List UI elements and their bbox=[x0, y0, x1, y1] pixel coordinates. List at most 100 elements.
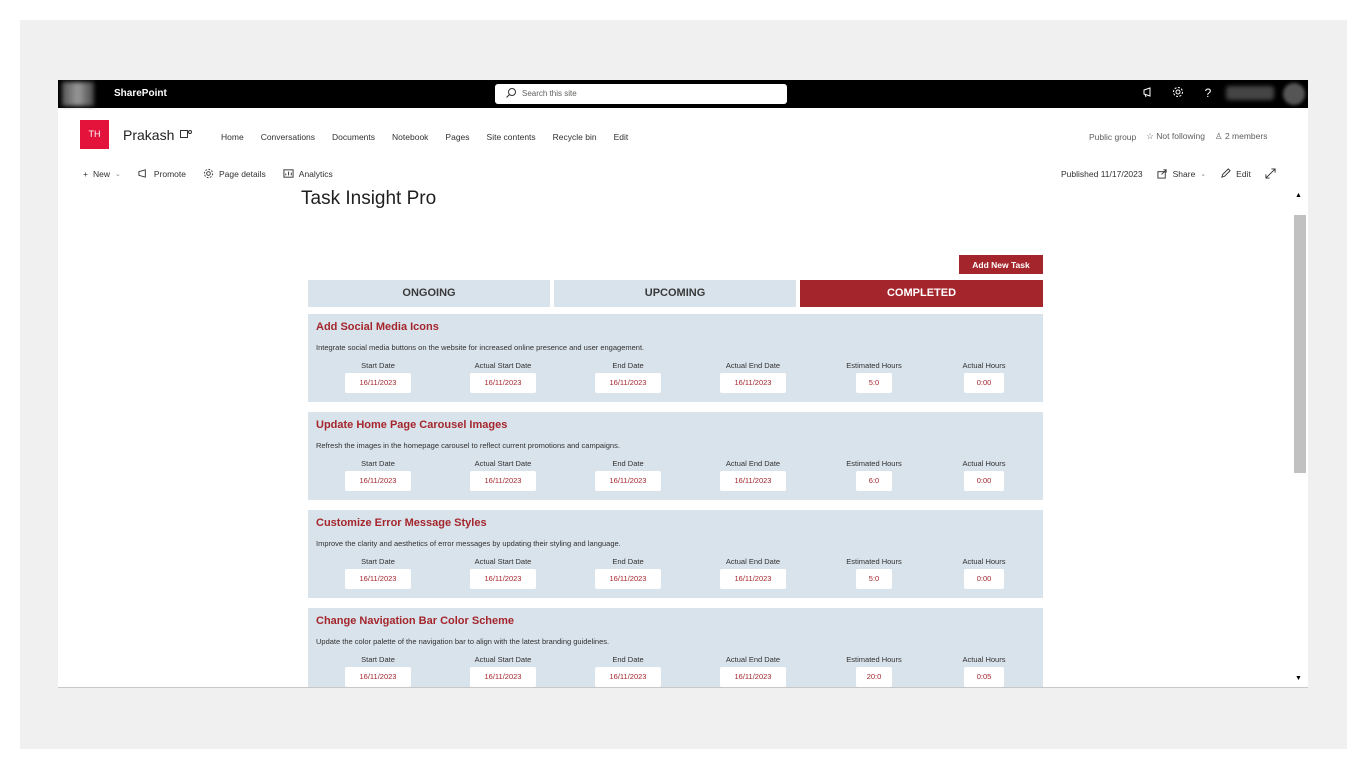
task-card[interactable]: Update Home Page Carousel Images Refresh … bbox=[308, 412, 1043, 500]
search-input[interactable]: Search this site bbox=[522, 89, 577, 98]
field-label: Estimated Hours bbox=[846, 655, 902, 664]
field-label: Actual Start Date bbox=[474, 655, 532, 664]
scrollbar-thumb[interactable] bbox=[1294, 215, 1306, 473]
field-value: 16/11/2023 bbox=[595, 471, 661, 491]
task-description: Update the color palette of the navigati… bbox=[316, 637, 610, 646]
follow-label: Not following bbox=[1156, 131, 1205, 141]
field-value: 16/11/2023 bbox=[470, 667, 536, 687]
chevron-down-icon: ⌄ bbox=[114, 170, 121, 178]
field-value: 16/11/2023 bbox=[470, 471, 536, 491]
task-title: Update Home Page Carousel Images bbox=[316, 419, 508, 431]
expand-icon[interactable] bbox=[1265, 168, 1276, 179]
page-title: Task Insight Pro bbox=[301, 188, 437, 209]
site-title[interactable]: Prakash bbox=[123, 127, 174, 143]
edit-button[interactable]: Edit bbox=[1220, 168, 1251, 179]
promote-button[interactable]: Promote bbox=[138, 168, 186, 179]
field-label: Actual Start Date bbox=[474, 459, 532, 468]
scroll-down-arrow-icon[interactable]: ▼ bbox=[1295, 675, 1302, 682]
field-label: Start Date bbox=[361, 557, 395, 566]
task-card[interactable]: Customize Error Message Styles Improve th… bbox=[308, 510, 1043, 598]
field-value: 16/11/2023 bbox=[720, 373, 786, 393]
analytics-icon bbox=[283, 169, 294, 178]
field-value: 16/11/2023 bbox=[720, 569, 786, 589]
nav-home[interactable]: Home bbox=[221, 132, 244, 142]
field-value: 16/11/2023 bbox=[720, 471, 786, 491]
scroll-up-arrow-icon[interactable]: ▲ bbox=[1295, 192, 1302, 199]
field-value: 0:00 bbox=[964, 373, 1004, 393]
field-value: 16/11/2023 bbox=[595, 569, 661, 589]
megaphone-icon bbox=[138, 169, 146, 178]
add-new-task-button[interactable]: Add New Task bbox=[959, 255, 1043, 274]
browser-window: SharePoint Search this site ? TH Prakash… bbox=[58, 80, 1308, 688]
task-card[interactable]: Add Social Media Icons Integrate social m… bbox=[308, 314, 1043, 402]
tab-completed[interactable]: COMPLETED bbox=[800, 280, 1043, 307]
nav-conversations[interactable]: Conversations bbox=[261, 132, 315, 142]
field-value: 16/11/2023 bbox=[720, 667, 786, 687]
field-label: Start Date bbox=[361, 655, 395, 664]
field-label: Actual End Date bbox=[725, 655, 781, 664]
field-label: Actual Hours bbox=[962, 459, 1006, 468]
analytics-label: Analytics bbox=[298, 168, 333, 179]
app-launcher-icon[interactable] bbox=[62, 82, 94, 106]
nav-recycle-bin[interactable]: Recycle bin bbox=[553, 132, 597, 142]
user-avatar[interactable] bbox=[1283, 83, 1305, 105]
user-name-blurred[interactable] bbox=[1226, 86, 1274, 100]
group-type: Public group bbox=[1089, 131, 1137, 142]
field-value: 16/11/2023 bbox=[345, 373, 411, 393]
field-label: End Date bbox=[612, 655, 644, 664]
field-value: 16/11/2023 bbox=[595, 667, 661, 687]
suite-bar: SharePoint Search this site ? bbox=[58, 80, 1308, 108]
members-button[interactable]: ♙ 2 members bbox=[1215, 131, 1268, 142]
field-label: Actual Hours bbox=[962, 655, 1006, 664]
published-date: Published 11/17/2023 bbox=[1061, 168, 1143, 179]
nav-documents[interactable]: Documents bbox=[332, 132, 375, 142]
field-label: Actual Hours bbox=[962, 557, 1006, 566]
task-title: Customize Error Message Styles bbox=[316, 517, 487, 529]
gear-icon[interactable] bbox=[1171, 86, 1185, 100]
field-value: 16/11/2023 bbox=[595, 373, 661, 393]
page-details-button[interactable]: Page details bbox=[203, 168, 266, 179]
share-button[interactable]: Share ⌄ bbox=[1157, 168, 1207, 179]
help-icon[interactable]: ? bbox=[1201, 86, 1215, 100]
group-info: Public group ☆ Not following ♙ 2 members bbox=[1089, 131, 1267, 142]
megaphone-icon[interactable] bbox=[1141, 86, 1155, 100]
field-label: Estimated Hours bbox=[846, 459, 902, 468]
search-box[interactable]: Search this site bbox=[495, 84, 787, 104]
teams-icon[interactable] bbox=[180, 129, 192, 139]
share-label: Share bbox=[1172, 168, 1196, 179]
field-label: Actual End Date bbox=[725, 459, 781, 468]
field-value: 6:0 bbox=[856, 471, 892, 491]
new-label: New bbox=[92, 168, 110, 179]
task-title: Change Navigation Bar Color Scheme bbox=[316, 615, 515, 627]
field-label: Actual Hours bbox=[962, 361, 1006, 370]
site-navigation: Home Conversations Documents Notebook Pa… bbox=[221, 132, 628, 142]
nav-site-contents[interactable]: Site contents bbox=[487, 132, 536, 142]
nav-pages[interactable]: Pages bbox=[445, 132, 469, 142]
field-label: End Date bbox=[612, 459, 644, 468]
plus-icon: + bbox=[83, 168, 88, 179]
field-label: Start Date bbox=[361, 459, 395, 468]
field-label: Actual Start Date bbox=[474, 557, 532, 566]
nav-notebook[interactable]: Notebook bbox=[392, 132, 428, 142]
new-button[interactable]: + New ⌄ bbox=[83, 169, 121, 179]
task-card[interactable]: Change Navigation Bar Color Scheme Update… bbox=[308, 608, 1043, 688]
tab-upcoming[interactable]: UPCOMING bbox=[554, 280, 796, 307]
edit-label: Edit bbox=[1236, 168, 1251, 179]
follow-button[interactable]: ☆ Not following bbox=[1146, 131, 1205, 142]
chevron-down-icon: ⌄ bbox=[1200, 170, 1207, 178]
field-value: 5:0 bbox=[856, 569, 892, 589]
screenshot-frame: SharePoint Search this site ? TH Prakash… bbox=[0, 0, 1366, 768]
task-description: Refresh the images in the homepage carou… bbox=[316, 441, 620, 450]
field-value: 16/11/2023 bbox=[345, 569, 411, 589]
person-icon: ♙ bbox=[1214, 131, 1223, 141]
promote-label: Promote bbox=[153, 168, 186, 179]
nav-edit[interactable]: Edit bbox=[614, 132, 629, 142]
analytics-button[interactable]: Analytics bbox=[283, 168, 333, 179]
star-icon: ☆ bbox=[1146, 131, 1154, 141]
field-label: Estimated Hours bbox=[846, 361, 902, 370]
site-logo[interactable]: TH bbox=[80, 120, 109, 149]
gear-icon bbox=[203, 168, 214, 179]
search-icon bbox=[506, 88, 516, 98]
sharepoint-brand[interactable]: SharePoint bbox=[114, 88, 167, 99]
tab-ongoing[interactable]: ONGOING bbox=[308, 280, 550, 307]
